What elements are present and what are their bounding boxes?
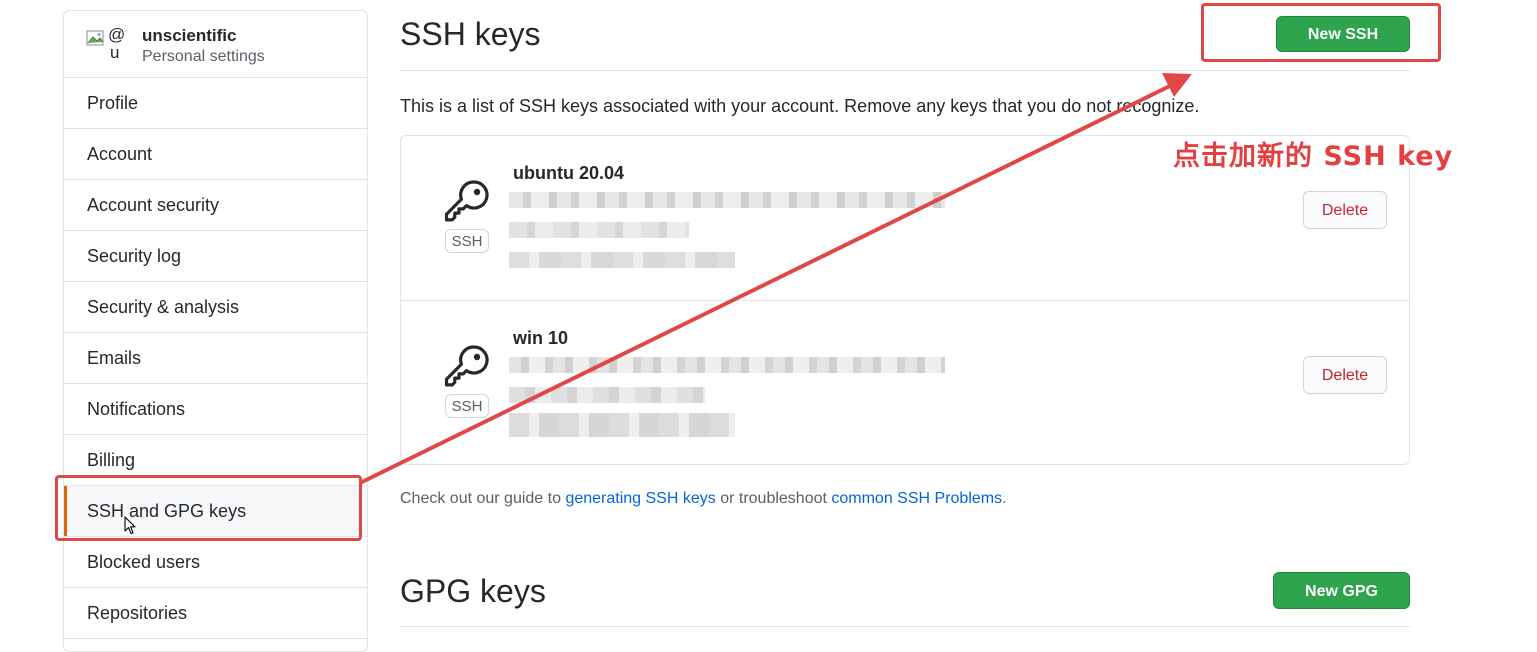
mouse-cursor-icon xyxy=(124,516,136,535)
annotation-arrow xyxy=(360,73,1192,484)
annotation-text: 点击加新的 SSH key xyxy=(1173,141,1454,172)
